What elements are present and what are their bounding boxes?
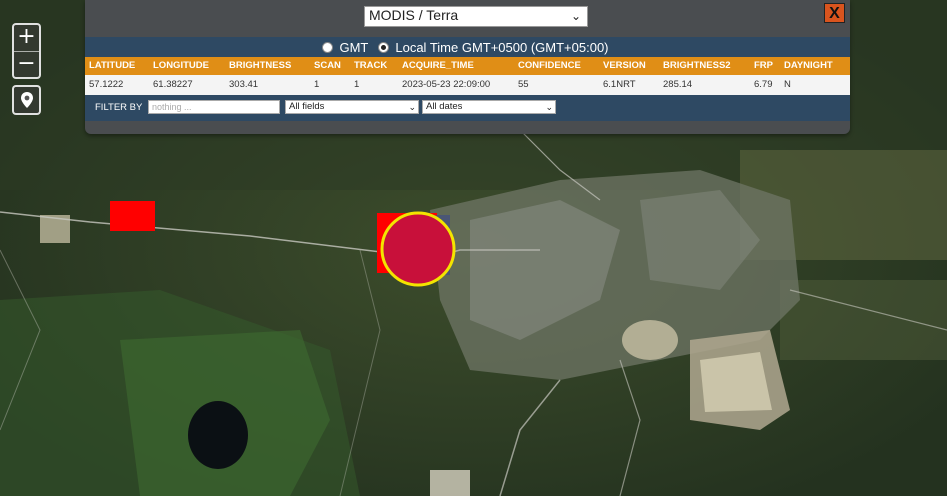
header-latitude[interactable]: LATITUDE	[89, 57, 135, 75]
header-track[interactable]: TRACK	[354, 57, 387, 75]
cell-brightness2: 285.14	[663, 79, 693, 90]
cell-brightness: 303.41	[229, 79, 259, 90]
map-marker-icon	[20, 92, 33, 108]
chevron-down-icon: ⌄	[570, 9, 581, 23]
table-row[interactable]: 57.1222 61.38227 303.41 1 1 2023-05-23 2…	[85, 75, 850, 95]
zoom-in-button[interactable]: +	[14, 25, 39, 51]
cell-daynight: N	[784, 79, 791, 90]
timezone-row: GMT Local Time GMT+0500 (GMT+05:00)	[85, 37, 850, 57]
info-panel: MODIS / Terra ⌄ X GMT Local Time GMT+050…	[85, 0, 850, 134]
fire-marker[interactable]	[110, 201, 155, 231]
cell-confidence: 55	[518, 79, 529, 90]
header-version[interactable]: VERSION	[603, 57, 646, 75]
chevron-down-icon: ⌄	[408, 102, 416, 112]
header-confidence[interactable]: CONFIDENCE	[518, 57, 581, 75]
cell-version: 6.1NRT	[603, 79, 636, 90]
fire-data-table: LATITUDE LONGITUDE BRIGHTNESS SCAN TRACK…	[85, 57, 850, 95]
fields-select[interactable]: All fields ⌄	[285, 100, 419, 114]
header-brightness2[interactable]: BRIGHTNESS2	[663, 57, 731, 75]
chevron-down-icon: ⌄	[545, 102, 553, 112]
local-time-radio[interactable]	[378, 41, 390, 53]
cell-frp: 6.79	[754, 79, 773, 90]
cell-longitude: 61.38227	[153, 79, 193, 90]
filter-row: FILTER BY nothing ... All fields ⌄ All d…	[85, 95, 850, 121]
header-frp[interactable]: FRP	[754, 57, 773, 75]
local-time-label: Local Time GMT+0500 (GMT+05:00)	[395, 39, 609, 55]
header-scan[interactable]: SCAN	[314, 57, 341, 75]
cell-latitude: 57.1222	[89, 79, 124, 90]
close-button[interactable]: X	[824, 3, 845, 23]
dates-select[interactable]: All dates ⌄	[422, 100, 556, 114]
cell-track: 1	[354, 79, 360, 90]
zoom-control: + −	[12, 23, 41, 79]
zoom-out-button[interactable]: −	[14, 51, 39, 78]
header-brightness[interactable]: BRIGHTNESS	[229, 57, 291, 75]
header-daynight[interactable]: DAYNIGHT	[784, 57, 833, 75]
header-longitude[interactable]: LONGITUDE	[153, 57, 209, 75]
filter-label: FILTER BY	[95, 102, 143, 113]
gmt-label: GMT	[339, 39, 369, 55]
source-select[interactable]: MODIS / Terra ⌄	[364, 6, 588, 27]
header-acquire-time[interactable]: ACQUIRE_TIME	[402, 57, 474, 75]
filter-input[interactable]: nothing ...	[148, 100, 280, 114]
gmt-radio[interactable]	[322, 41, 334, 53]
cell-acquire-time: 2023-05-23 22:09:00	[402, 79, 491, 90]
table-header-row: LATITUDE LONGITUDE BRIGHTNESS SCAN TRACK…	[85, 57, 850, 75]
locate-button[interactable]	[12, 85, 41, 115]
cell-scan: 1	[314, 79, 320, 90]
